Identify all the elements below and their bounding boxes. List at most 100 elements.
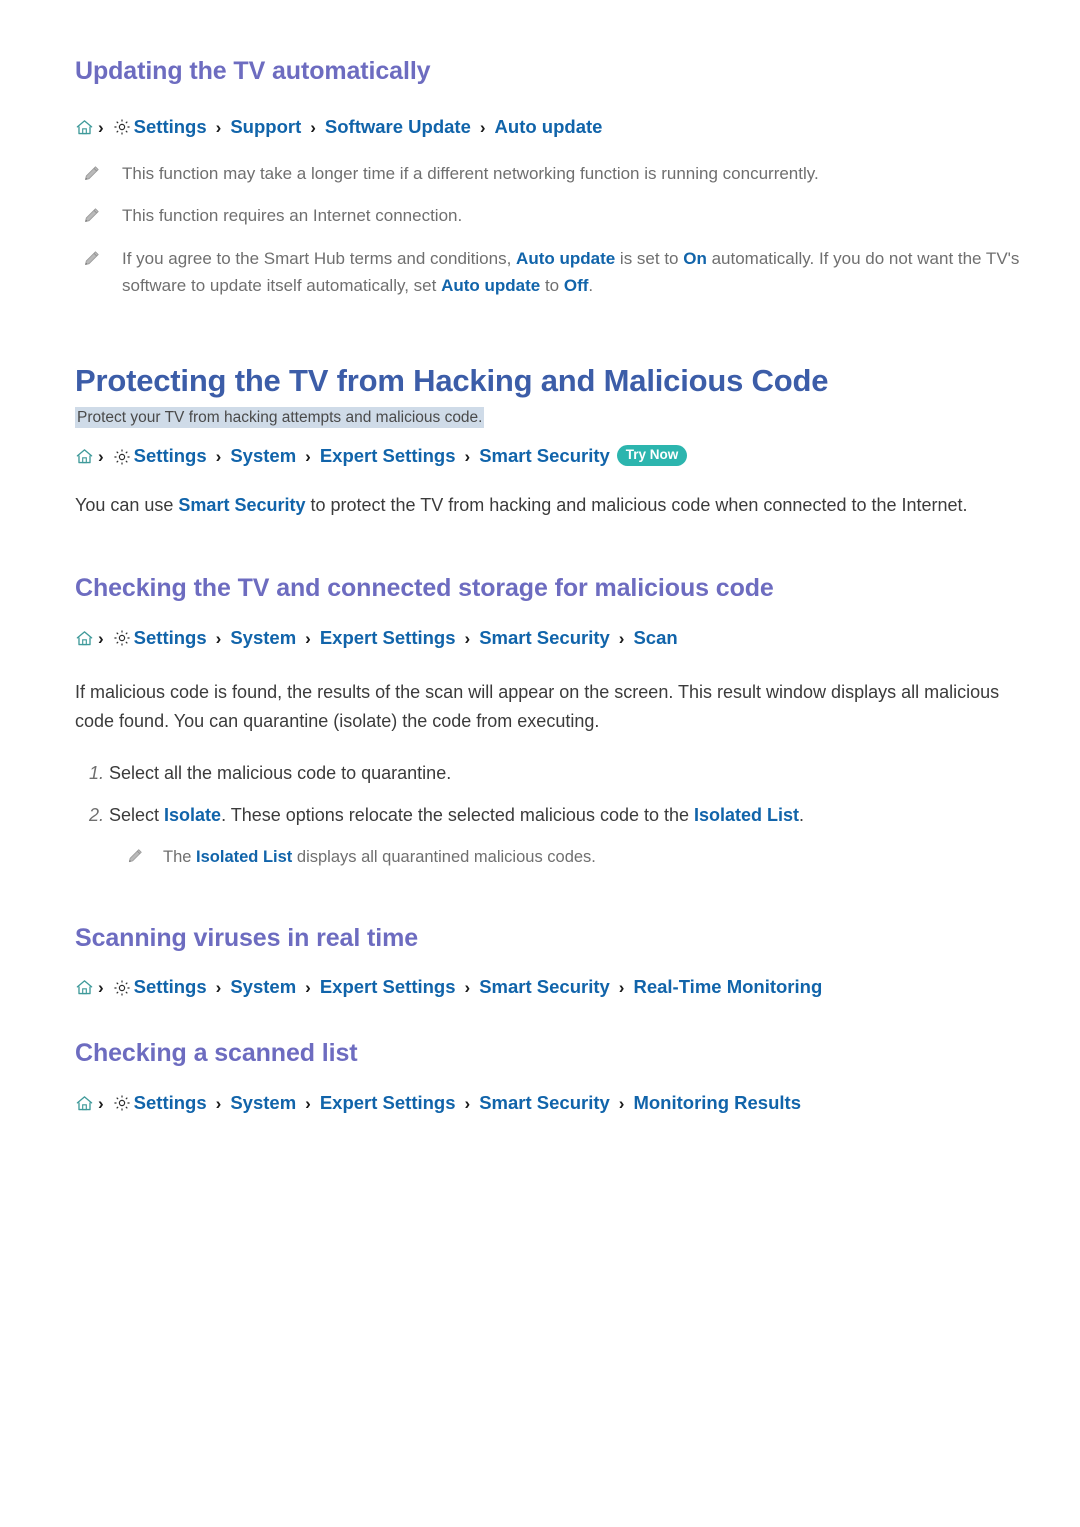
paragraph-fragment: You can use: [75, 494, 179, 515]
intro-paragraph: You can use Smart Security to protect th…: [75, 491, 1005, 520]
chevron-right-icon: ›: [305, 447, 311, 467]
section-heading-scanning-realtime: Scanning viruses in real time: [75, 923, 419, 952]
breadcrumb-crumb-software-update[interactable]: Software Update: [325, 117, 471, 137]
gear-icon[interactable]: [113, 118, 131, 136]
scan-paragraph: If malicious code is found, the results …: [75, 681, 1000, 731]
page-subtitle-highlight: Protect your TV from hacking attempts an…: [75, 406, 485, 428]
page-subtitle: Protect your TV from hacking attempts an…: [75, 406, 1020, 429]
breadcrumb-crumb-system[interactable]: System: [230, 978, 296, 997]
chevron-right-icon: ›: [98, 1093, 104, 1113]
step-fragment: Select all the malicious code to quarant…: [109, 762, 452, 783]
breadcrumb-crumb-smart-security[interactable]: Smart Security: [479, 447, 610, 466]
breadcrumb-crumb-settings[interactable]: Settings: [134, 1093, 207, 1113]
breadcrumb-crumb-system[interactable]: System: [230, 1093, 296, 1113]
section-heading-checking-storage: Checking the TV and connected storage fo…: [75, 574, 774, 603]
note-fragment: If you agree to the Smart Hub terms and …: [122, 249, 517, 269]
pencil-icon: [83, 250, 100, 267]
pencil-icon: [83, 165, 100, 182]
breadcrumb-crumb-settings[interactable]: Settings: [134, 628, 207, 648]
chevron-right-icon: ›: [98, 447, 104, 467]
gear-icon[interactable]: [113, 629, 131, 647]
note-fragment: The: [163, 847, 197, 866]
list-item: 1. Select all the malicious code to quar…: [75, 760, 1020, 788]
note-link-isolated-list[interactable]: Isolated List: [196, 848, 292, 866]
chevron-right-icon: ›: [618, 1093, 625, 1113]
note-text: If you agree to the Smart Hub terms and …: [122, 246, 1020, 300]
note-fragment: displays all quarantined malicious codes…: [292, 847, 596, 866]
note-fragment: .: [588, 276, 594, 296]
breadcrumb-crumb-expert-settings[interactable]: Expert Settings: [320, 628, 456, 648]
section-heading-checking-scanned-list: Checking a scanned list: [75, 1039, 358, 1068]
breadcrumb-crumb-smart-security[interactable]: Smart Security: [479, 978, 610, 997]
chevron-right-icon: ›: [618, 628, 625, 648]
home-icon[interactable]: [75, 629, 94, 648]
try-now-badge[interactable]: Try Now: [616, 445, 688, 466]
home-icon[interactable]: [75, 447, 94, 466]
link-isolated-list[interactable]: Isolated List: [694, 805, 799, 825]
step-text: Select all the malicious code to quarant…: [109, 760, 451, 788]
home-icon[interactable]: [75, 118, 94, 137]
paragraph-fragment: to protect the TV from hacking and malic…: [305, 494, 968, 515]
chevron-right-icon: ›: [464, 1093, 471, 1113]
home-icon[interactable]: [75, 978, 94, 997]
list-item: 2. Select Isolate. These options relocat…: [75, 802, 1020, 830]
breadcrumb-crumb-smart-security[interactable]: Smart Security: [479, 1093, 610, 1113]
chevron-right-icon: ›: [479, 117, 486, 137]
note-link-auto-update-2[interactable]: Auto update: [441, 276, 540, 295]
breadcrumb-monitoring-results: › Settings › System › Expert Settings › …: [75, 1093, 1020, 1113]
note-fragment: to: [540, 276, 564, 296]
chevron-right-icon: ›: [215, 447, 222, 467]
document-page: Updating the TV automatically › Settings…: [0, 0, 1080, 1113]
gear-icon[interactable]: [113, 1094, 131, 1112]
chevron-right-icon: ›: [98, 978, 104, 998]
step-fragment: Select: [109, 804, 165, 825]
note-fragment: is set to: [615, 249, 684, 269]
breadcrumb-crumb-support[interactable]: Support: [230, 117, 301, 137]
chevron-right-icon: ›: [215, 117, 222, 137]
breadcrumb-crumb-expert-settings[interactable]: Expert Settings: [320, 978, 456, 997]
breadcrumb-crumb-system[interactable]: System: [230, 447, 296, 466]
breadcrumb-crumb-monitoring-results[interactable]: Monitoring Results: [633, 1093, 801, 1113]
breadcrumb-crumb-system[interactable]: System: [230, 628, 296, 648]
breadcrumb-scan: › Settings › System › Expert Settings › …: [75, 628, 1020, 648]
chevron-right-icon: ›: [310, 117, 316, 137]
breadcrumb-crumb-real-time-monitoring[interactable]: Real-Time Monitoring: [633, 978, 822, 997]
pencil-icon: [83, 207, 100, 224]
breadcrumb-crumb-scan[interactable]: Scan: [633, 628, 677, 648]
note-item-isolated-list: The Isolated List displays all quarantin…: [75, 844, 1020, 870]
link-isolate[interactable]: Isolate: [164, 805, 221, 825]
chevron-right-icon: ›: [98, 628, 104, 648]
breadcrumb-crumb-smart-security[interactable]: Smart Security: [479, 628, 610, 648]
home-icon[interactable]: [75, 1094, 94, 1113]
chevron-right-icon: ›: [215, 628, 222, 648]
note-fragment: This function requires an Internet conne…: [122, 206, 463, 226]
note-item: This function requires an Internet conne…: [75, 203, 1020, 230]
breadcrumb-crumb-auto-update[interactable]: Auto update: [495, 117, 603, 137]
chevron-right-icon: ›: [215, 978, 222, 998]
chevron-right-icon: ›: [215, 1093, 222, 1113]
breadcrumb-auto-update: › Settings › Support › Software Update ›…: [75, 117, 1020, 137]
chevron-right-icon: ›: [464, 628, 471, 648]
chevron-right-icon: ›: [305, 628, 311, 648]
breadcrumb-real-time-monitoring: › Settings › System › Expert Settings › …: [75, 978, 1020, 997]
chevron-right-icon: ›: [618, 978, 625, 998]
breadcrumb-crumb-expert-settings[interactable]: Expert Settings: [320, 1093, 456, 1113]
chevron-right-icon: ›: [464, 447, 471, 467]
breadcrumb-crumb-settings[interactable]: Settings: [134, 117, 207, 137]
breadcrumb-crumb-settings[interactable]: Settings: [134, 978, 207, 997]
note-link-off[interactable]: Off: [564, 276, 589, 295]
step-text: Select Isolate. These options relocate t…: [109, 802, 804, 830]
step-fragment: . These options relocate the selected ma…: [221, 804, 695, 825]
note-link-auto-update[interactable]: Auto update: [516, 249, 615, 268]
pencil-icon: [127, 848, 143, 864]
breadcrumb-crumb-settings[interactable]: Settings: [134, 447, 207, 466]
note-link-on[interactable]: On: [683, 249, 707, 268]
note-item: If you agree to the Smart Hub terms and …: [75, 246, 1020, 300]
gear-icon[interactable]: [113, 979, 131, 997]
note-text: The Isolated List displays all quarantin…: [163, 844, 596, 870]
gear-icon[interactable]: [113, 448, 131, 466]
step-number: 1.: [89, 762, 105, 783]
link-smart-security[interactable]: Smart Security: [178, 495, 305, 515]
breadcrumb-crumb-expert-settings[interactable]: Expert Settings: [320, 447, 456, 466]
note-item: This function may take a longer time if …: [75, 161, 1020, 188]
